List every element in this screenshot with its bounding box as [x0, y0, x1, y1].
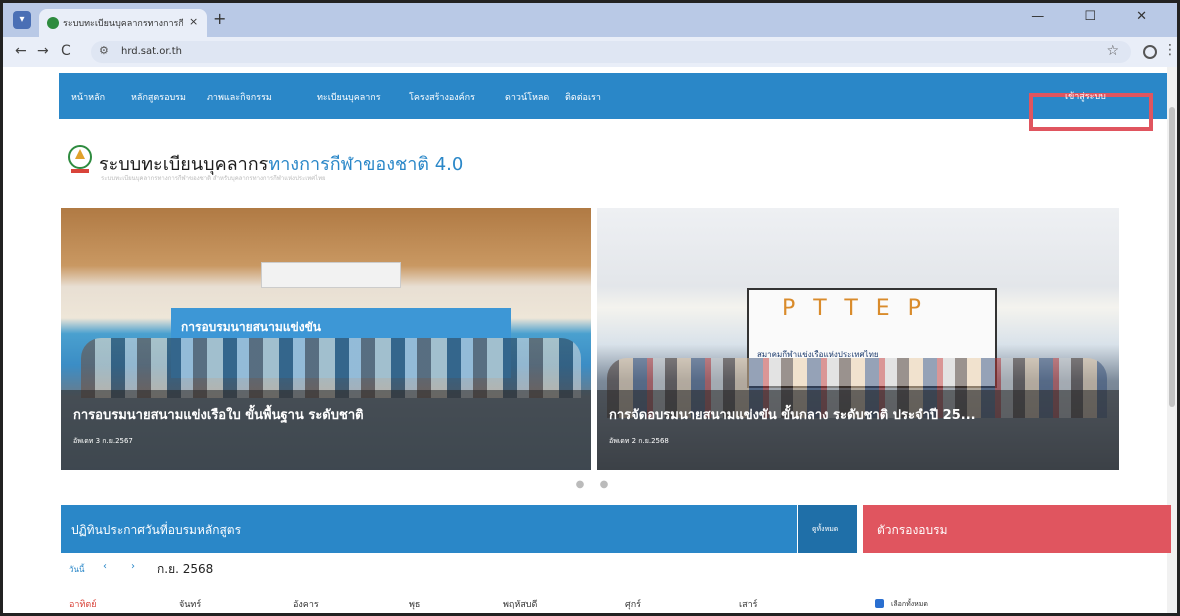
- page-title-highlight: ทางการกีฬาของชาติ 4.0: [268, 154, 464, 175]
- site-navbar: หน้าหลัก หลักสูตรอบรม ภาพและกิจกรรม ทะเบ…: [59, 73, 1173, 119]
- browser-tab-bar: ▾ ระบบทะเบียนบุคลากรทางการกีฬาของชาติ × …: [3, 3, 1177, 37]
- reload-icon[interactable]: C: [61, 43, 71, 59]
- url-input[interactable]: ⚙ hrd.sat.or.th ☆: [91, 41, 1131, 63]
- carousel-dots[interactable]: ● ●: [569, 479, 621, 490]
- nav-item-personnel[interactable]: ทะเบียนบุคลากร: [317, 90, 381, 104]
- slide-1-photo-people: [81, 338, 581, 398]
- favicon-icon: [47, 17, 59, 29]
- scroll-thumb[interactable]: [1169, 107, 1175, 407]
- site-info-icon[interactable]: ⚙: [99, 44, 109, 57]
- news-slide-2[interactable]: PTTEP สมาคมกีฬาแข่งเรือแห่งประเทศไทย การ…: [597, 208, 1119, 470]
- nav-item-structure[interactable]: โครงสร้างองค์กร: [409, 90, 475, 104]
- tab-title: ระบบทะเบียนบุคลากรทางการกีฬาของชาติ: [63, 19, 183, 29]
- browser-window: ▾ ระบบทะเบียนบุคลากรทางการกีฬาของชาติ × …: [0, 0, 1180, 616]
- new-tab-button[interactable]: +: [213, 9, 226, 28]
- login-button[interactable]: เข้าสู่ระบบ: [1065, 89, 1106, 103]
- prev-month-button[interactable]: ‹: [103, 561, 107, 572]
- nav-item-home[interactable]: หน้าหลัก: [71, 90, 105, 104]
- slide-1-caption-band: [61, 390, 591, 470]
- weekday-saturday: เสาร์: [739, 600, 758, 610]
- page-title-prefix: ระบบทะเบียนบุคลากร: [99, 154, 269, 175]
- browser-menu-icon[interactable]: ⋮: [1163, 42, 1177, 58]
- training-filter-header: ตัวกรองอบรม: [863, 505, 1171, 553]
- slide-1-title[interactable]: การอบรมนายสนามแข่งเรือใบ ขั้นพื้นฐาน ระด…: [73, 404, 364, 425]
- weekday-sunday: อาทิตย์: [69, 600, 97, 610]
- next-month-button[interactable]: ›: [131, 561, 135, 572]
- view-all-label: ดูทั้งหมด: [812, 525, 839, 533]
- weekday-tuesday: อังคาร: [293, 600, 319, 610]
- select-all-checkbox[interactable]: [875, 599, 884, 608]
- browser-tab[interactable]: ระบบทะเบียนบุคลากรทางการกีฬาของชาติ ×: [39, 9, 207, 37]
- nav-item-courses[interactable]: หลักสูตรอบรม: [131, 90, 186, 104]
- slide-1-photo-ac: [261, 262, 401, 288]
- announcement-title: ปฏิทินประกาศวันที่อบรมหลักสูตร: [71, 523, 242, 537]
- weekday-monday: จันทร์: [179, 600, 202, 610]
- today-button[interactable]: วันนี้: [69, 563, 84, 576]
- weekday-friday: ศุกร์: [625, 600, 641, 610]
- window-controls[interactable]: — ☐ ✕: [1031, 9, 1165, 24]
- site-logo-icon: [68, 145, 92, 173]
- page-subtitle: ระบบทะเบียนบุคลากรทางการกีฬาของชาติ สำหร…: [101, 175, 326, 182]
- view-all-button[interactable]: ดูทั้งหมด: [797, 505, 857, 553]
- weekday-wednesday: พุธ: [409, 600, 421, 610]
- slide-2-caption-band: [597, 390, 1119, 470]
- news-slide-1[interactable]: การอบรมนายสนามแข่งขัน การอบรมนายสนามแข่ง…: [61, 208, 591, 470]
- tab-close-icon[interactable]: ×: [189, 15, 198, 28]
- nav-item-download[interactable]: ดาวน์โหลด: [505, 90, 549, 104]
- nav-item-contact[interactable]: ติดต่อเรา: [565, 90, 601, 104]
- tab-menu-icon[interactable]: ▾: [13, 11, 31, 29]
- back-icon[interactable]: ←: [15, 43, 27, 59]
- calendar-month-label: ก.ย. 2568: [157, 562, 214, 576]
- profile-icon[interactable]: [1143, 45, 1157, 59]
- training-filter-title: ตัวกรองอบรม: [877, 523, 948, 537]
- slide-2-logos: PTTEP: [782, 296, 939, 321]
- nav-item-gallery[interactable]: ภาพและกิจกรรม: [207, 90, 272, 104]
- slide-1-date: อัพเดท 3 ก.ย.2567: [73, 437, 133, 445]
- slide-1-banner-text: การอบรมนายสนามแข่งขัน: [181, 320, 321, 334]
- url-text: hrd.sat.or.th: [121, 46, 182, 57]
- weekday-thursday: พฤหัสบดี: [503, 600, 538, 610]
- announcement-header: ปฏิทินประกาศวันที่อบรมหลักสูตร ดูทั้งหมด: [61, 505, 857, 553]
- bookmark-star-icon[interactable]: ☆: [1106, 43, 1119, 59]
- forward-icon[interactable]: →: [37, 43, 49, 59]
- slide-2-date: อัพเดท 2 ก.ย.2568: [609, 437, 669, 445]
- slide-2-title[interactable]: การจัดอบรมนายสนามแข่งขัน ขั้นกลาง ระดับช…: [609, 404, 976, 425]
- address-bar-row: ← → C ⚙ hrd.sat.or.th ☆ ⋮: [3, 37, 1177, 67]
- select-all-label: เลือกทั้งหมด: [891, 600, 928, 608]
